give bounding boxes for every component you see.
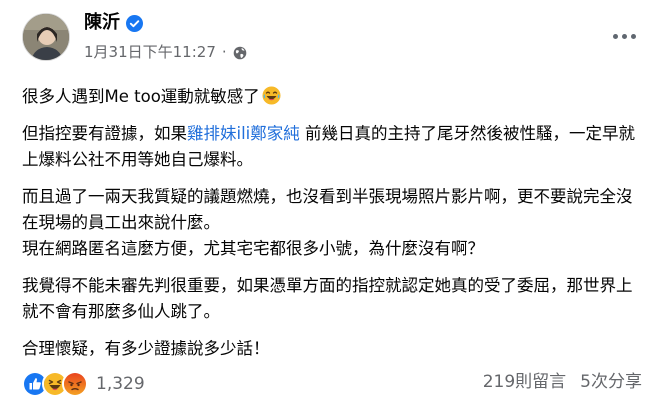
post-meta: 1月31日下午11:27 · <box>84 42 247 62</box>
meta-separator: · <box>221 43 227 61</box>
avatar-photo <box>23 14 69 60</box>
laughing-tears-emoji-icon <box>262 86 281 105</box>
post-timestamp[interactable]: 1月31日下午11:27 <box>84 42 216 62</box>
verified-badge-icon <box>126 14 143 32</box>
author-name[interactable]: 陳沂 <box>84 11 120 35</box>
share-count-link[interactable]: 5次分享 <box>580 371 642 393</box>
engagement-counts: 219則留言 5次分享 <box>483 371 642 393</box>
paragraph-3-line-2: 現在網路匿名這麼方便，尤其宅宅都很多小號，為什麼沒有啊？ <box>22 239 484 258</box>
paragraph-3-line-1: 而且過了一兩天我質疑的議題燃燒，也沒看到半張現場照片影片啊，更不要說完全沒在現場… <box>22 187 633 232</box>
paragraph-1-text: 很多人遇到Me too運動就敏感了 <box>22 87 260 106</box>
avatar[interactable] <box>22 13 70 61</box>
paragraph-2: 但指控要有證據，如果雞排妹ili鄭家純 前幾日真的主持了尾牙然後被性騷，一定早就… <box>22 121 642 173</box>
paragraph-1: 很多人遇到Me too運動就敏感了 <box>22 84 642 110</box>
comment-count-link[interactable]: 219則留言 <box>483 371 566 393</box>
facebook-post: 陳沂 1月31日下午11:27 · 很多人遇到Me too運動就敏感了 但指控要… <box>0 0 664 406</box>
mention-link[interactable]: 雞排妹ili鄭家純 <box>187 124 300 143</box>
more-options-icon <box>612 33 618 39</box>
post-content: 很多人遇到Me too運動就敏感了 但指控要有證據，如果雞排妹ili鄭家純 前幾… <box>22 84 642 362</box>
paragraph-3: 而且過了一兩天我質疑的議題燃燒，也沒看到半張現場照片影片啊，更不要說完全沒在現場… <box>22 184 642 262</box>
author-row: 陳沂 <box>84 11 143 35</box>
paragraph-4: 我覺得不能未審先判很重要，如果憑單方面的指控就認定她真的受了委屈，那世界上就不會… <box>22 276 633 321</box>
globe-icon <box>233 45 247 60</box>
paragraph-2-before: 但指控要有證據，如果 <box>22 124 187 143</box>
reaction-count: 1,329 <box>96 374 145 394</box>
more-options-button[interactable] <box>604 24 644 48</box>
angry-icon <box>62 371 88 397</box>
paragraph-5: 合理懷疑，有多少證據說多少話！ <box>22 339 270 358</box>
reactions-summary[interactable]: 1,329 <box>22 371 145 397</box>
